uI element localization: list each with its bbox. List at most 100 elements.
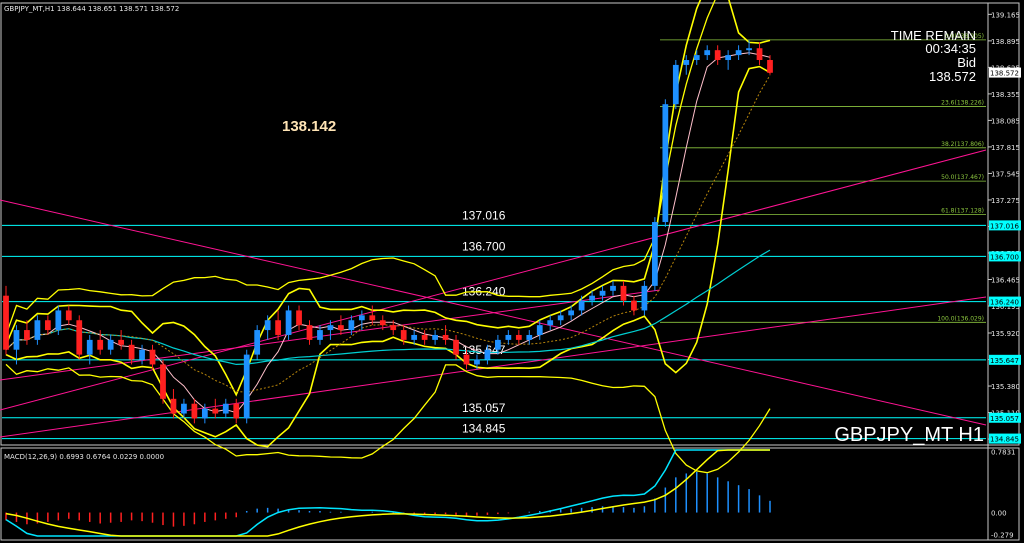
candle-body (348, 320, 355, 331)
fibo-label: 23.6(138.226) (941, 100, 984, 107)
macd-pane-frame (0, 447, 1020, 541)
candle-body (432, 334, 438, 340)
big-price-label: 138.142 (282, 118, 336, 135)
level-label: 137.016 (462, 208, 506, 222)
candle-body (181, 403, 187, 414)
candle-body (453, 339, 459, 355)
symbol-label: GBPJPY_MT H1 (834, 424, 984, 446)
candle-body (65, 310, 72, 321)
candle-body (76, 320, 83, 355)
candle-body (390, 325, 397, 331)
candle-body (411, 334, 418, 340)
macd-title: MACD(12,26,9) 0.6993 0.6764 0.0229 0.000… (4, 453, 164, 461)
candle-body (86, 339, 93, 355)
fibo-label: 38.2(137.806) (941, 141, 984, 148)
price-tick-label: 138.085 (991, 117, 1020, 125)
candle-body (317, 330, 323, 340)
fibo-label: 50.0(137.467) (941, 174, 984, 181)
bid-value: 138.572 (929, 69, 976, 84)
candle-body (275, 320, 281, 335)
candle-body (714, 50, 721, 61)
price-tick-label: 135.380 (991, 383, 1020, 391)
candle-body (505, 334, 512, 340)
candle-body (589, 295, 595, 301)
price-tick-label: 137.815 (991, 144, 1020, 152)
candle-body (128, 344, 135, 360)
macd-axis-label: 0.7831 (991, 448, 1016, 456)
price-tick-label: 139.165 (991, 11, 1020, 19)
main-pane-frame (0, 2, 1020, 446)
level-tag: 136.240 (990, 299, 1019, 307)
candle-body (338, 325, 344, 331)
level-tag: 134.845 (990, 436, 1019, 444)
candle-body (495, 339, 501, 350)
candle-body (631, 300, 637, 311)
price-tick-label: 138.895 (991, 38, 1020, 46)
candle-body (620, 285, 627, 301)
candle-body (651, 222, 658, 286)
candle-body (735, 50, 742, 56)
level-label: 134.845 (462, 422, 506, 436)
candle-body (55, 310, 62, 331)
candle-body (641, 285, 648, 311)
candle-body (13, 330, 20, 350)
candle-body (756, 48, 763, 61)
candle-body (547, 320, 554, 326)
level-tag: 137.016 (990, 222, 1019, 230)
candle-body (358, 315, 365, 321)
candle-body (201, 408, 208, 419)
price-chart: GBPJPY_MT,H1 138.644 138.651 138.571 138… (0, 0, 1021, 541)
fibo-label: 100.0(136.029) (937, 315, 984, 322)
candle-body (3, 295, 9, 350)
candle-body (97, 339, 104, 350)
candle-body (400, 330, 407, 340)
candle-body (568, 310, 575, 316)
candle-body (746, 48, 752, 51)
candle-body (149, 349, 156, 365)
price-tick-label: 137.545 (991, 170, 1020, 178)
macd-axis-label: 0.00 (991, 510, 1007, 518)
time-remain-value: 00:34:35 (925, 41, 976, 56)
candle-body (254, 330, 261, 355)
level-tag: 135.647 (990, 357, 1019, 365)
candle-body (484, 349, 491, 360)
price-tick-label: 135.920 (991, 330, 1020, 338)
chart-header-title: GBPJPY_MT,H1 138.644 138.651 138.571 138… (4, 5, 179, 13)
level-tag: 136.700 (990, 253, 1019, 261)
candle-body (24, 330, 30, 340)
candle-body (118, 339, 125, 345)
candle-body (442, 334, 449, 340)
candle-body (34, 320, 41, 340)
candle-body (264, 320, 271, 331)
price-tick-label: 137.275 (991, 197, 1020, 205)
candle-body (610, 285, 616, 291)
fibo-label: 61.8(137.128) (941, 207, 984, 214)
candle-body (662, 104, 669, 223)
candle-body (233, 403, 240, 419)
level-tag: 135.057 (990, 415, 1019, 423)
candle-body (296, 310, 302, 326)
candle-body (160, 364, 166, 399)
price-tick-label: 136.465 (991, 276, 1020, 284)
candle-body (369, 315, 376, 321)
candle-body (212, 408, 219, 414)
candle-body (306, 325, 313, 340)
candle-body (725, 55, 732, 61)
candle-body (704, 50, 711, 56)
current-price-tag: 138.572 (990, 70, 1019, 78)
macd-signal-line (5, 449, 770, 537)
candle-body (44, 320, 51, 331)
candle-body (170, 398, 177, 414)
candle-body (526, 334, 533, 340)
candle-body (683, 60, 690, 65)
candle-body (536, 325, 543, 335)
candle-body (474, 359, 480, 365)
bid-label: Bid (957, 55, 976, 70)
candle-body (599, 290, 606, 296)
candle-body (463, 354, 470, 365)
candle-body (243, 354, 250, 419)
candle-body (285, 310, 292, 335)
candle-body (327, 325, 334, 331)
candle-body (107, 339, 114, 350)
candle-body (421, 334, 428, 340)
